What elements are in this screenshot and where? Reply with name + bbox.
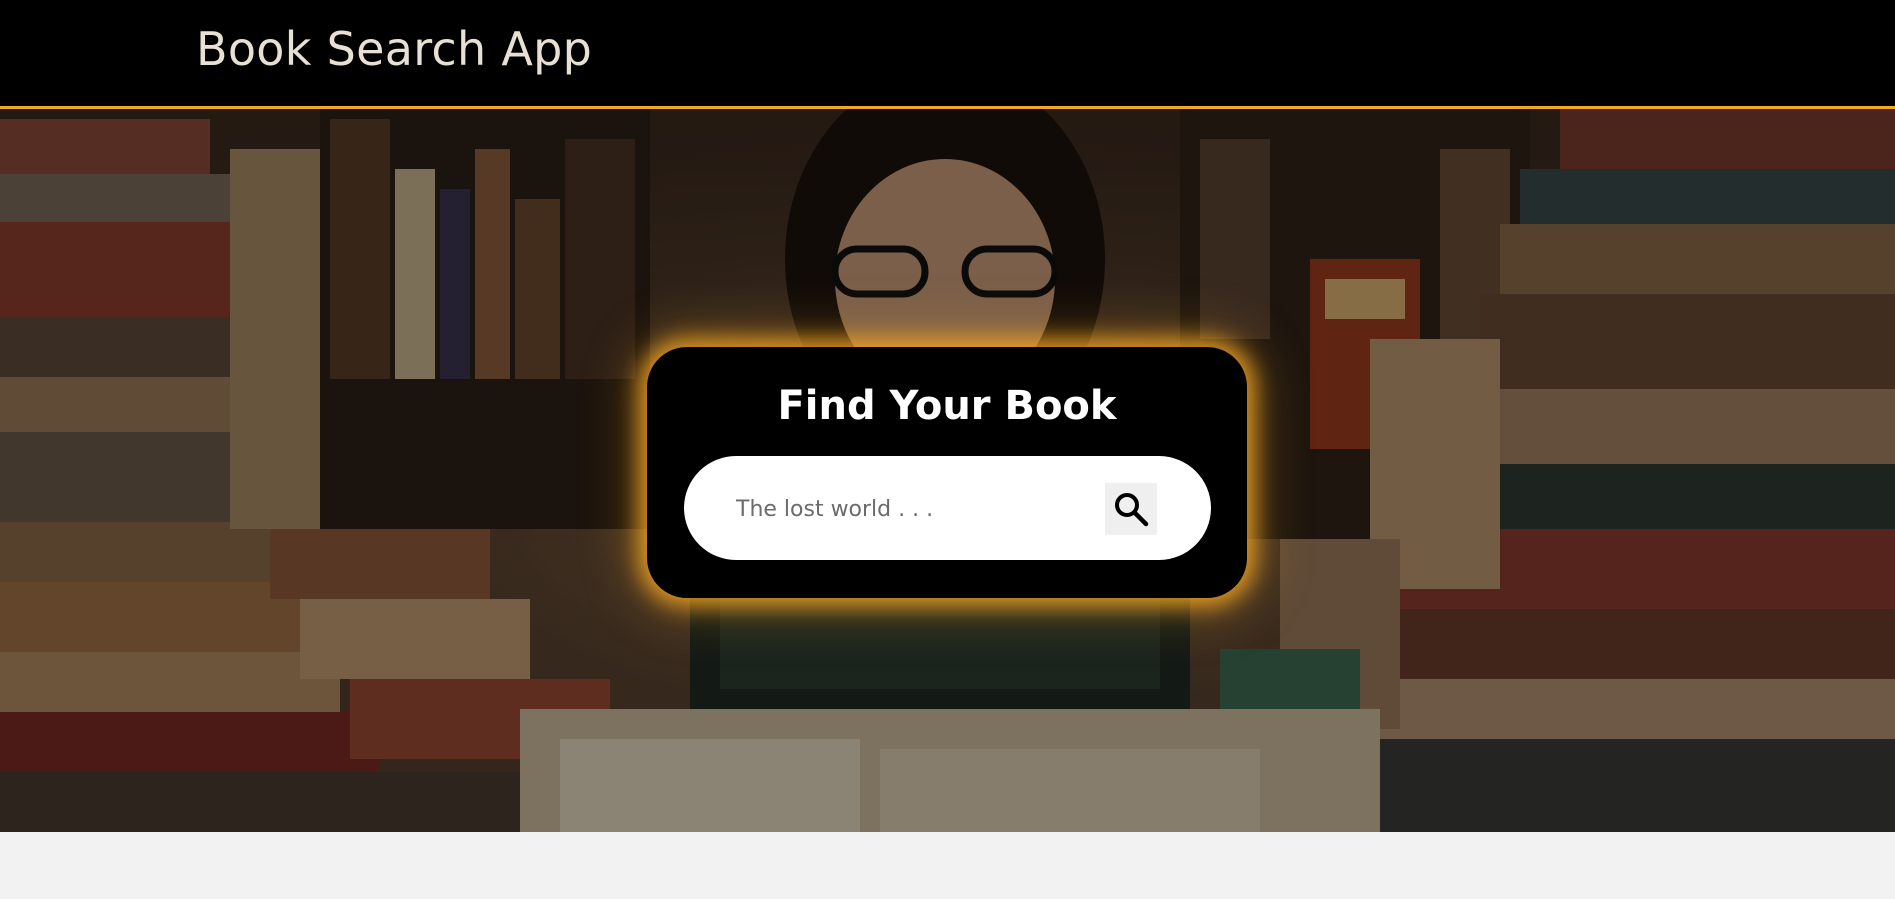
top-navbar: Book Search App [0, 0, 1895, 109]
app-title: Book Search App [196, 22, 593, 76]
search-bar [684, 456, 1211, 560]
book-search-input[interactable] [734, 486, 1068, 532]
search-card: Find Your Book [647, 347, 1247, 598]
search-icon [1115, 493, 1149, 527]
page-bottom-area [0, 832, 1895, 899]
search-button[interactable] [1105, 483, 1157, 535]
search-card-title: Find Your Book [777, 383, 1117, 429]
